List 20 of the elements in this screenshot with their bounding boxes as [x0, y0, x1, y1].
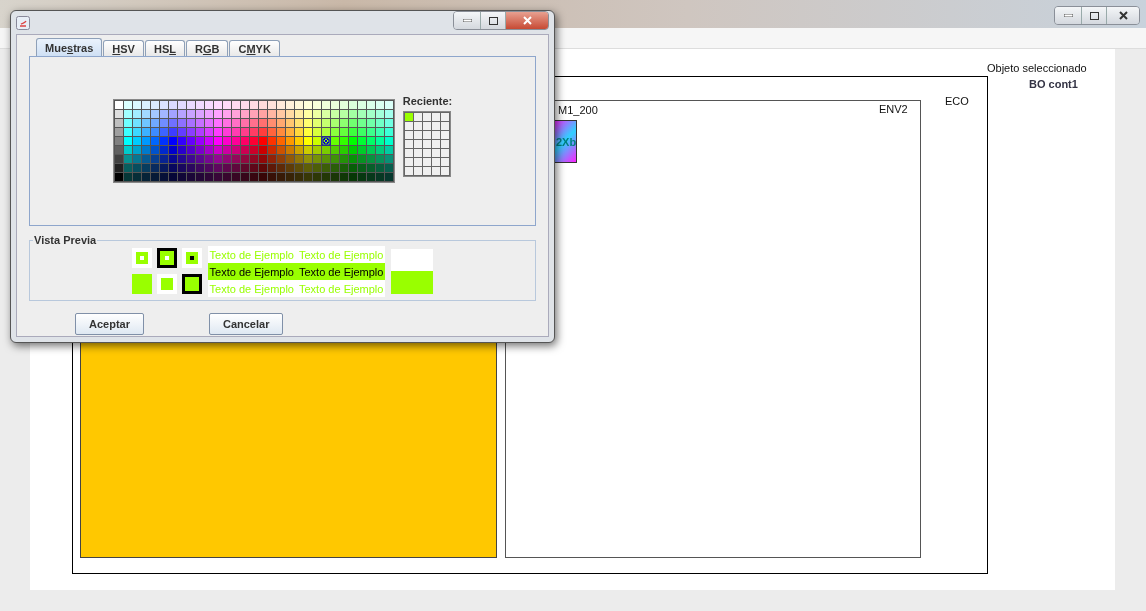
sample-text: Texto de Ejemplo	[209, 282, 294, 295]
canvas-label: M1_200	[558, 104, 598, 116]
sample-text: Texto de Ejemplo	[209, 248, 294, 261]
tab[interactable]: Muestras	[36, 38, 103, 56]
recent-label: Reciente:	[402, 95, 453, 107]
tab[interactable]: HSV	[103, 40, 144, 56]
preview-title: Vista Previa	[33, 234, 98, 246]
tab[interactable]: RGB	[185, 40, 229, 56]
canvas-label: ECO	[945, 95, 969, 107]
sample-text: Texto de Ejemplo	[299, 248, 384, 261]
canvas-label: ENV2	[879, 103, 908, 115]
sample-text: Texto de Ejemplo	[299, 265, 384, 278]
selection-caption: Objeto seleccionado	[987, 62, 1087, 74]
tab[interactable]: HSL	[144, 40, 185, 56]
accept-button[interactable]: Aceptar	[75, 313, 144, 335]
sample-text: Texto de Ejemplo	[209, 265, 294, 278]
sample-text: Texto de Ejemplo	[299, 282, 384, 295]
tab[interactable]: CMYK	[229, 40, 280, 56]
cancel-button[interactable]: Cancelar	[208, 313, 284, 335]
selection-value: BO cont1	[1029, 78, 1078, 90]
